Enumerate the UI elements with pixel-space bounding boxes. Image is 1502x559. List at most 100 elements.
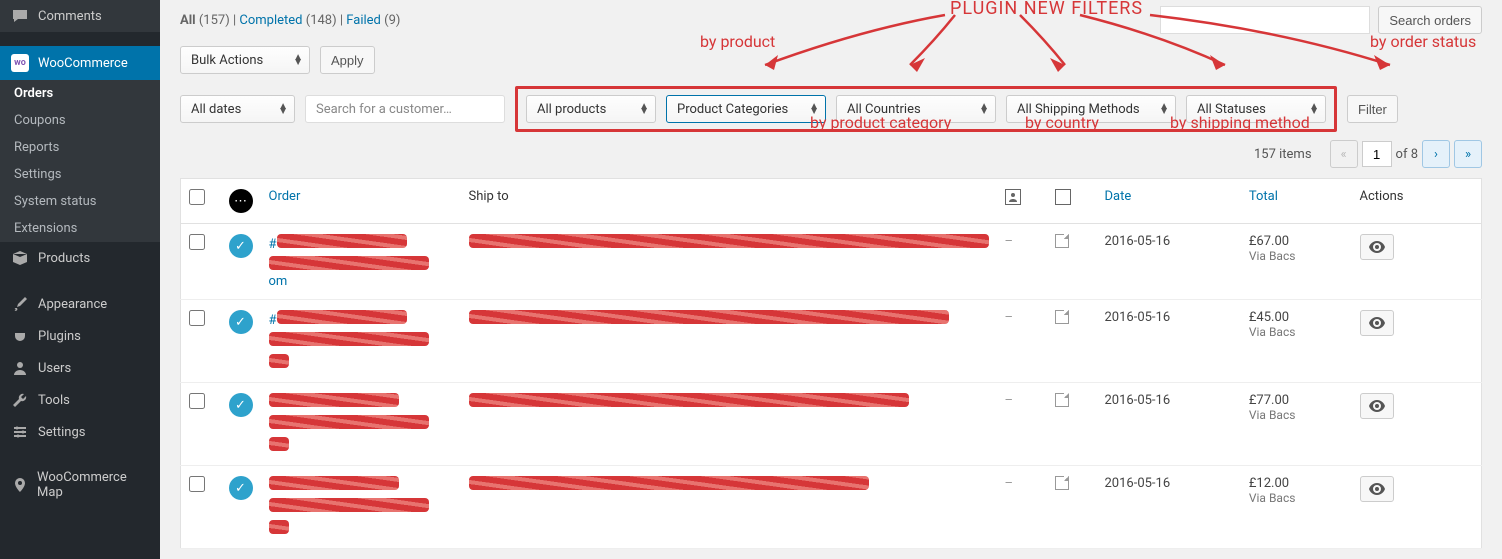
product-categories-filter-select[interactable]: Product Categories ▲▼: [666, 95, 826, 123]
note-icon: [1055, 234, 1069, 248]
table-row: ✓–2016-05-16£12.00Via Bacs: [181, 466, 1482, 549]
countries-filter-select[interactable]: All Countries ▲▼: [836, 95, 996, 123]
actions-cell: [1352, 224, 1482, 300]
sidebar-item-label: Products: [38, 251, 90, 266]
filter-completed-link[interactable]: Completed (148): [239, 13, 336, 28]
customer-note-cell: –: [997, 224, 1047, 300]
sidebar-item-comments[interactable]: Comments: [0, 0, 160, 32]
order-note-cell: [1047, 466, 1097, 549]
select-all-checkbox[interactable]: [189, 189, 205, 205]
pagination-first-button[interactable]: «: [1330, 140, 1358, 168]
ship-to-cell: [461, 224, 997, 300]
submenu-system-status[interactable]: System status: [0, 188, 160, 215]
note-icon: [1055, 310, 1069, 324]
sidebar-item-appearance[interactable]: Appearance: [0, 288, 160, 320]
pagination-current-input[interactable]: [1362, 141, 1392, 167]
pagination-last-button[interactable]: »: [1454, 140, 1482, 168]
row-checkbox[interactable]: [189, 476, 205, 492]
ship-to-column-header: Ship to: [461, 179, 997, 224]
row-checkbox[interactable]: [189, 393, 205, 409]
sidebar-item-woocommerce-map[interactable]: WooCommerce Map: [0, 462, 160, 508]
customer-note-cell: –: [997, 300, 1047, 383]
sidebar-item-plugins[interactable]: Plugins: [0, 320, 160, 352]
total-cell: £77.00Via Bacs: [1241, 383, 1352, 466]
search-orders-button[interactable]: Search orders: [1378, 6, 1482, 34]
order-status-icon: ✓: [229, 476, 253, 500]
sidebar-item-label: Comments: [38, 9, 102, 24]
row-checkbox[interactable]: [189, 234, 205, 250]
note-icon: [1055, 476, 1069, 490]
sidebar-item-label: WooCommerce: [38, 56, 128, 71]
dates-filter-label: All dates: [191, 102, 241, 117]
order-cell[interactable]: [261, 383, 461, 466]
date-cell: 2016-05-16: [1097, 300, 1241, 383]
countries-filter-label: All Countries: [847, 102, 921, 117]
table-row: ✓–2016-05-16£77.00Via Bacs: [181, 383, 1482, 466]
table-row: ✓#–2016-05-16£45.00Via Bacs: [181, 300, 1482, 383]
orders-table: ⋯ Order Ship to Date Total Actions ✓ #om –…: [180, 178, 1482, 549]
products-filter-select[interactable]: All products ▲▼: [526, 95, 656, 123]
sidebar-item-users[interactable]: Users: [0, 352, 160, 384]
actions-cell: [1352, 466, 1482, 549]
total-cell: £67.00Via Bacs: [1241, 224, 1352, 300]
submenu-extensions[interactable]: Extensions: [0, 215, 160, 242]
order-column-header[interactable]: Order: [269, 189, 301, 204]
total-cell: £45.00Via Bacs: [1241, 300, 1352, 383]
sidebar-item-label: Users: [38, 361, 71, 376]
filter-button[interactable]: Filter: [1347, 95, 1398, 123]
view-order-button[interactable]: [1360, 234, 1394, 260]
submenu-reports[interactable]: Reports: [0, 134, 160, 161]
sidebar-item-label: Appearance: [38, 297, 107, 312]
view-order-button[interactable]: [1360, 476, 1394, 502]
order-note-cell: [1047, 224, 1097, 300]
order-cell[interactable]: #om: [261, 224, 461, 300]
submenu-coupons[interactable]: Coupons: [0, 107, 160, 134]
order-cell[interactable]: #: [261, 300, 461, 383]
woocommerce-icon: wo: [10, 54, 30, 72]
orders-search-input[interactable]: [1160, 6, 1370, 34]
apply-bulk-button[interactable]: Apply: [320, 46, 375, 74]
bulk-actions-select[interactable]: Bulk Actions ▲▼: [180, 46, 310, 74]
note-icon: [1055, 393, 1069, 407]
customer-note-icon: [1005, 189, 1021, 205]
date-cell: 2016-05-16: [1097, 224, 1241, 300]
sidebar-item-tools[interactable]: Tools: [0, 384, 160, 416]
order-note-cell: [1047, 300, 1097, 383]
sidebar-item-products[interactable]: Products: [0, 242, 160, 274]
submenu-settings[interactable]: Settings: [0, 161, 160, 188]
date-cell: 2016-05-16: [1097, 383, 1241, 466]
dates-filter-select[interactable]: All dates ▲▼: [180, 95, 295, 123]
admin-sidebar: Comments wo WooCommerce Orders Coupons R…: [0, 0, 160, 559]
ship-to-cell: [461, 300, 997, 383]
chevron-updown-icon: ▲▼: [809, 104, 819, 114]
products-filter-label: All products: [537, 102, 606, 117]
sidebar-item-woocommerce[interactable]: wo WooCommerce: [0, 46, 160, 80]
submenu-orders[interactable]: Orders: [0, 80, 160, 107]
total-column-header[interactable]: Total: [1249, 189, 1278, 204]
status-column-icon: ⋯: [229, 189, 253, 213]
date-column-header[interactable]: Date: [1105, 189, 1132, 204]
sliders-icon: [10, 424, 30, 440]
filter-all-label[interactable]: All: [180, 13, 196, 28]
row-checkbox[interactable]: [189, 310, 205, 326]
actions-column-header: Actions: [1352, 179, 1482, 224]
customer-search-input[interactable]: Search for a customer…: [305, 95, 505, 123]
statuses-filter-label: All Statuses: [1197, 102, 1266, 117]
view-order-button[interactable]: [1360, 310, 1394, 336]
pagination-next-button[interactable]: ›: [1422, 140, 1450, 168]
sidebar-item-settings[interactable]: Settings: [0, 416, 160, 448]
chevron-updown-icon: ▲▼: [1309, 104, 1319, 114]
shipping-filter-select[interactable]: All Shipping Methods ▲▼: [1006, 95, 1176, 123]
filter-failed-link[interactable]: Failed (9): [346, 13, 400, 28]
sidebar-item-label: Settings: [38, 425, 85, 440]
order-cell[interactable]: [261, 466, 461, 549]
statuses-filter-select[interactable]: All Statuses ▲▼: [1186, 95, 1326, 123]
status-filter-links: All (157) | Completed (148) | Failed (9): [180, 13, 400, 28]
customer-note-cell: –: [997, 466, 1047, 549]
map-icon: [10, 477, 29, 493]
view-order-button[interactable]: [1360, 393, 1394, 419]
customer-search-placeholder: Search for a customer…: [316, 102, 452, 117]
filter-all-count: (157): [199, 13, 230, 28]
brush-icon: [10, 296, 30, 312]
table-row: ✓#om–2016-05-16£67.00Via Bacs: [181, 224, 1482, 300]
